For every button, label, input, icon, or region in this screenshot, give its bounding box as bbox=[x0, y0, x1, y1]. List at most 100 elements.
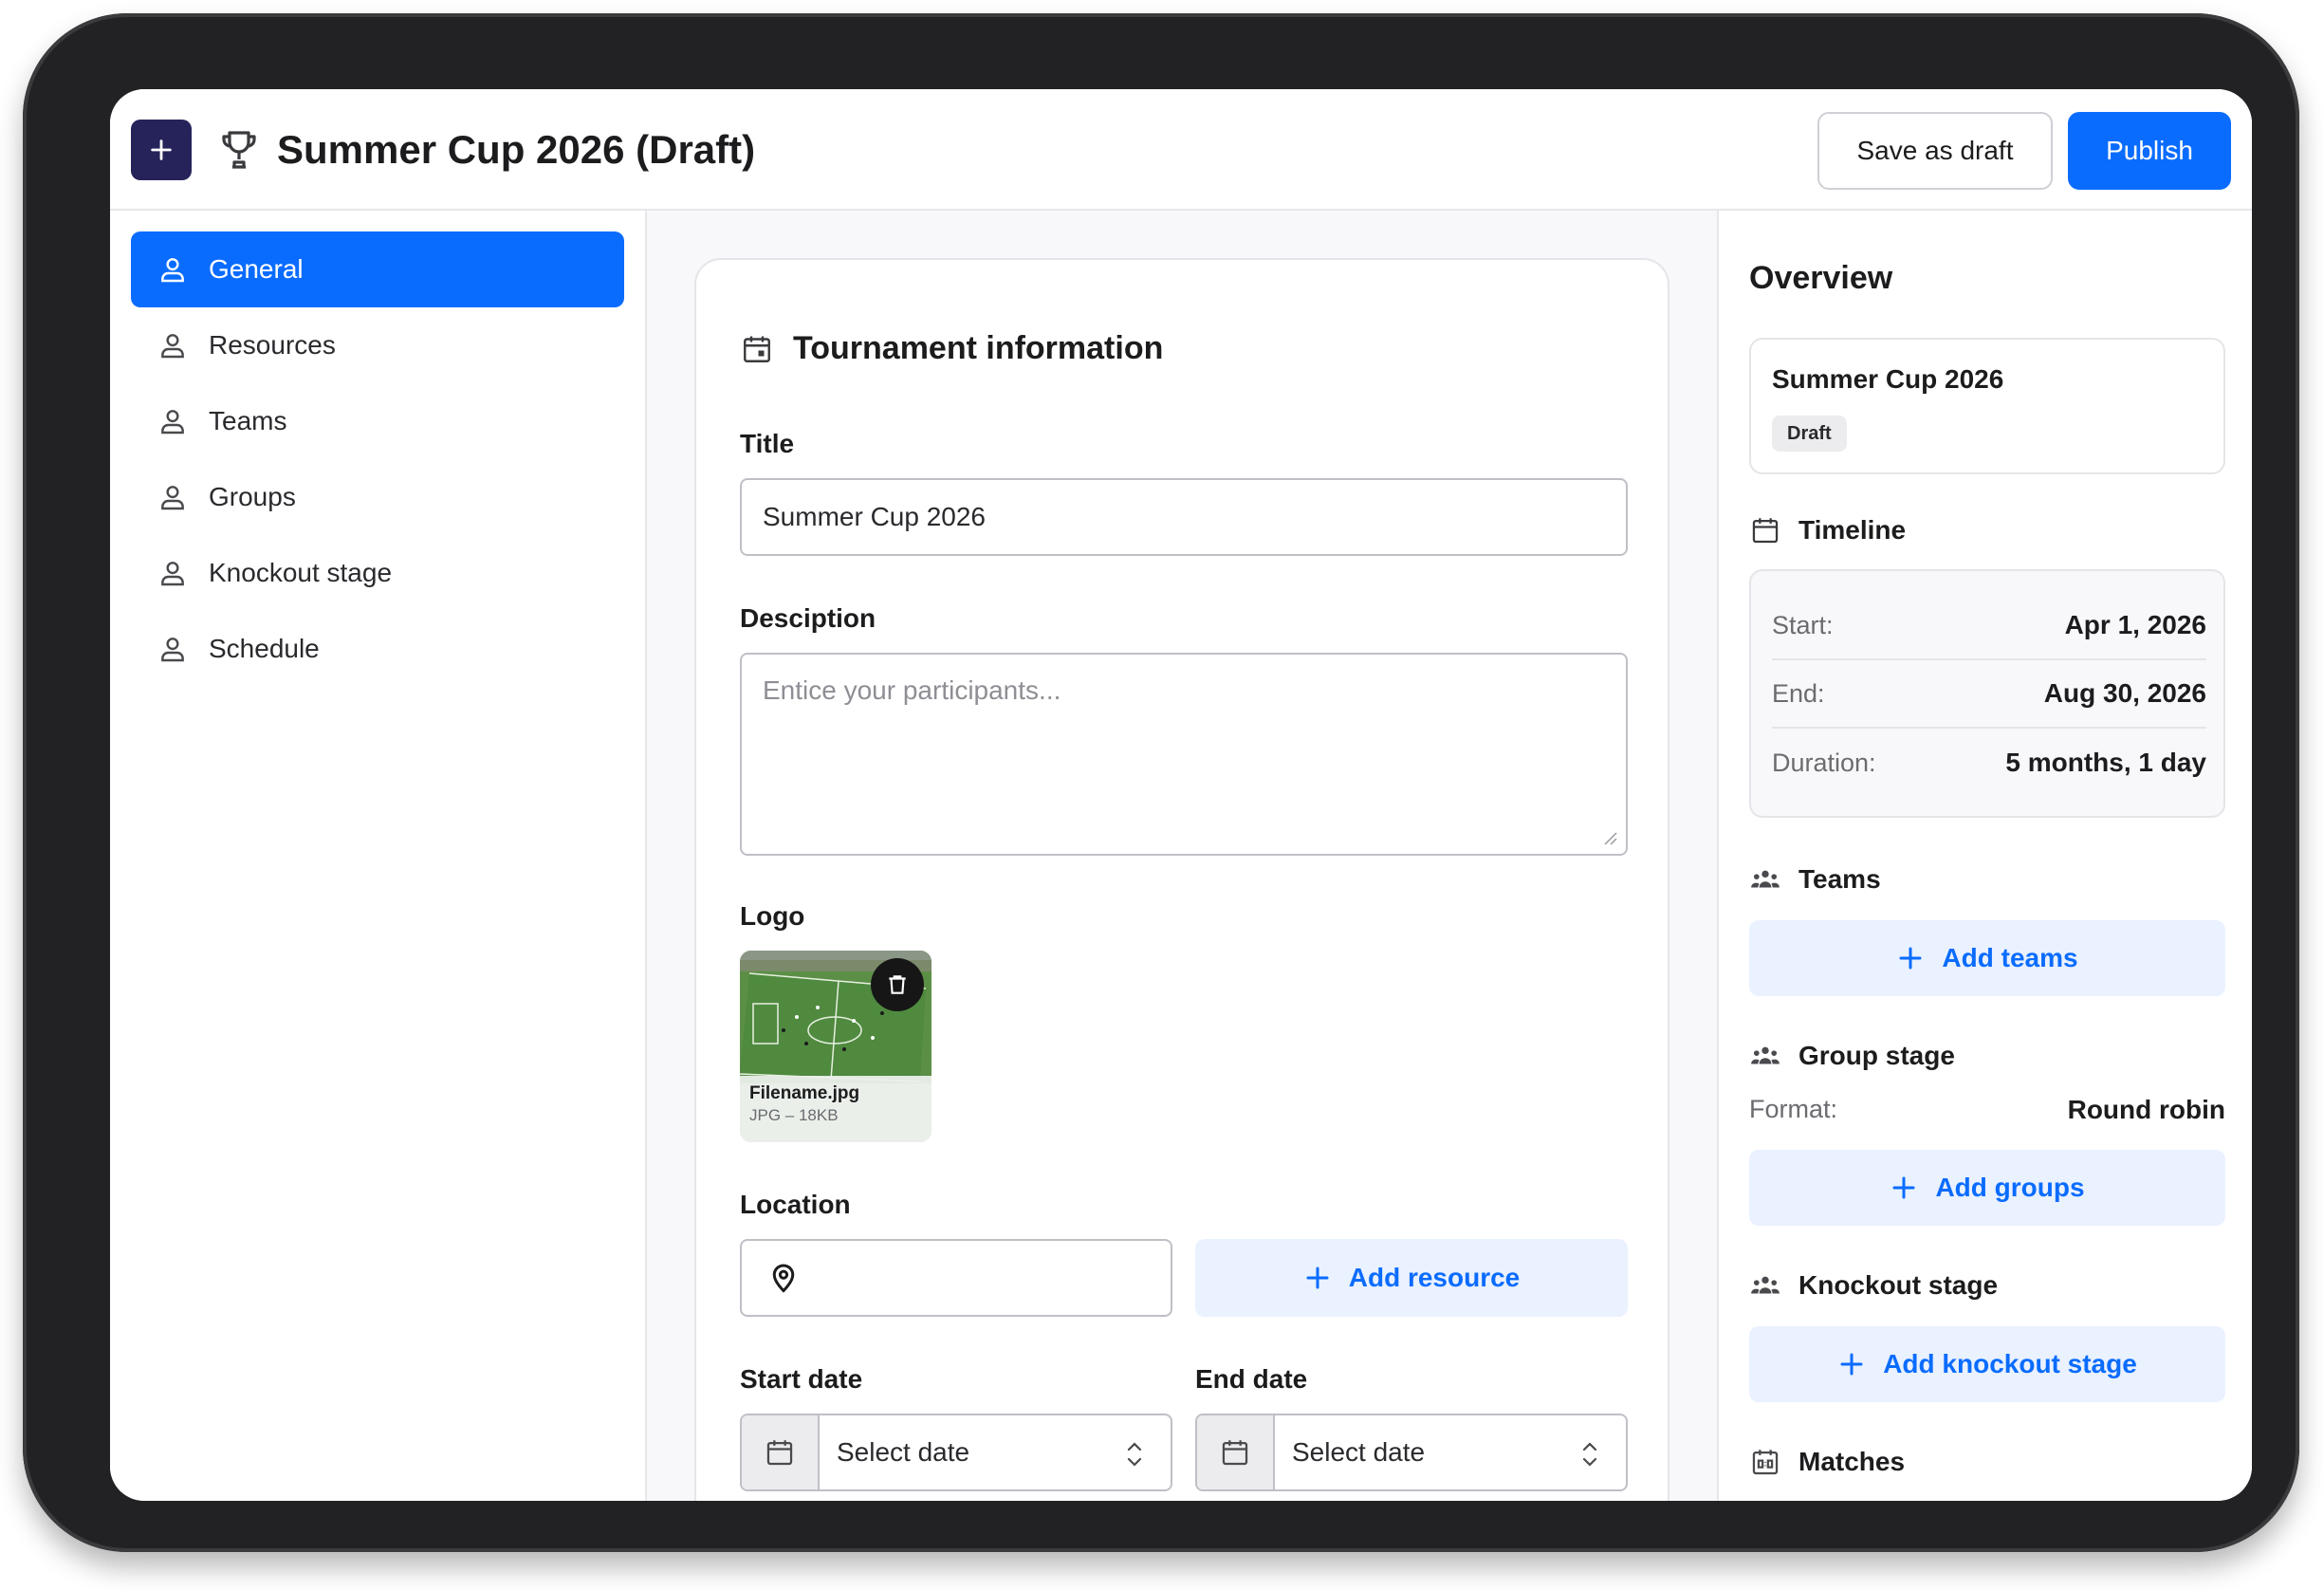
timeline-header: Timeline bbox=[1749, 514, 1906, 546]
start-date-value: Select date bbox=[837, 1437, 970, 1467]
location-label: Location bbox=[740, 1190, 851, 1219]
add-teams-label: Add teams bbox=[1942, 943, 2078, 972]
logo-filename: Filename.jpg bbox=[749, 1083, 860, 1103]
sidebar-item-label: Knockout stage bbox=[209, 558, 393, 587]
end-value: Aug 30, 2026 bbox=[2043, 678, 2206, 708]
start-label: Start: bbox=[1772, 610, 1834, 639]
add-groups-button[interactable]: Add groups bbox=[1749, 1150, 2225, 1226]
calendar-icon bbox=[1222, 1440, 1248, 1466]
users-icon bbox=[1751, 870, 1780, 888]
add-knockout-label: Add knockout stage bbox=[1883, 1349, 2137, 1378]
start-date-label: Start date bbox=[740, 1364, 863, 1394]
status-badge: Draft bbox=[1772, 416, 1847, 452]
knockout-header: Knockout stage bbox=[1749, 1269, 1998, 1302]
format-label: Format: bbox=[1749, 1095, 1838, 1123]
timeline-duration-row: Duration: 5 months, 1 day bbox=[1772, 729, 2206, 797]
description-label: Desciption bbox=[740, 603, 876, 633]
start-date-addon bbox=[742, 1415, 820, 1489]
users-icon bbox=[1751, 1276, 1780, 1294]
app-window: Summer Cup 2026 (Draft) Save as draft Pu… bbox=[110, 89, 2252, 1501]
location-input[interactable] bbox=[740, 1239, 1172, 1317]
start-value: Apr 1, 2026 bbox=[2064, 610, 2206, 639]
description-textarea[interactable]: Entice your participants... bbox=[740, 653, 1628, 856]
overview-summary-card: Summer Cup 2026 Draft bbox=[1749, 338, 2225, 474]
chevron-up-down-icon bbox=[1582, 1442, 1597, 1467]
users-icon bbox=[1751, 1046, 1780, 1064]
user-icon bbox=[161, 562, 184, 586]
plus-icon bbox=[1892, 1176, 1915, 1199]
summary-name: Summer Cup 2026 bbox=[1772, 364, 2004, 394]
remove-logo-button[interactable] bbox=[871, 958, 924, 1011]
add-resource-button[interactable]: Add resource bbox=[1195, 1239, 1628, 1317]
teams-heading: Teams bbox=[1798, 864, 1881, 894]
sidebar-item-label: Resources bbox=[209, 330, 336, 360]
plus-icon bbox=[151, 139, 172, 160]
logo-preview[interactable]: Filename.jpg JPG – 18KB bbox=[740, 951, 931, 1142]
create-button[interactable] bbox=[131, 120, 192, 180]
plus-icon bbox=[1306, 1266, 1329, 1289]
user-icon bbox=[161, 638, 184, 662]
add-resource-label: Add resource bbox=[1348, 1263, 1521, 1292]
description-placeholder: Entice your participants... bbox=[763, 675, 1061, 705]
resize-handle-icon[interactable] bbox=[1599, 827, 1618, 846]
group-stage-header: Group stage bbox=[1749, 1040, 1955, 1072]
timeline-heading: Timeline bbox=[1798, 515, 1907, 545]
map-pin-icon bbox=[772, 1264, 795, 1293]
end-date-picker[interactable]: Select date bbox=[1195, 1414, 1628, 1491]
timeline-end-row: End: Aug 30, 2026 bbox=[1772, 660, 2206, 729]
scoreboard-icon bbox=[1752, 1450, 1779, 1475]
calendar-icon bbox=[766, 1440, 793, 1466]
user-icon bbox=[161, 486, 184, 510]
user-icon bbox=[161, 410, 184, 434]
logo-caption: Filename.jpg JPG – 18KB bbox=[740, 1076, 931, 1142]
timeline-start-row: Start: Apr 1, 2026 bbox=[1772, 592, 2206, 660]
knockout-heading: Knockout stage bbox=[1798, 1270, 1999, 1300]
user-icon bbox=[161, 258, 184, 283]
section-title: Tournament information bbox=[793, 330, 1164, 366]
tablet-frame: Summer Cup 2026 (Draft) Save as draft Pu… bbox=[23, 13, 2299, 1552]
add-teams-button[interactable]: Add teams bbox=[1749, 920, 2225, 996]
sidebar-item-groups[interactable]: Groups bbox=[131, 459, 624, 535]
teams-header: Teams bbox=[1749, 863, 1881, 896]
title-input[interactable]: Summer Cup 2026 bbox=[740, 478, 1628, 556]
plus-icon bbox=[1840, 1353, 1863, 1376]
logo-label: Logo bbox=[740, 901, 805, 931]
end-date-label: End date bbox=[1195, 1364, 1308, 1394]
sidebar-item-general[interactable]: General bbox=[131, 231, 624, 307]
overview-panel: Overview Summer Cup 2026 Draft Timeline … bbox=[1717, 211, 2252, 1501]
format-value: Round robin bbox=[2067, 1095, 2225, 1124]
calendar-icon bbox=[744, 336, 770, 362]
trash-icon bbox=[889, 975, 906, 994]
save-draft-button[interactable]: Save as draft bbox=[1817, 112, 2053, 190]
overview-title: Overview bbox=[1749, 260, 1893, 296]
publish-button[interactable]: Publish bbox=[2068, 112, 2231, 190]
end-label: End: bbox=[1772, 678, 1825, 708]
top-bar: Summer Cup 2026 (Draft) Save as draft Pu… bbox=[110, 89, 2252, 211]
tournament-info-card: Tournament information Title Summer Cup … bbox=[694, 258, 1669, 1501]
sidebar-item-resources[interactable]: Resources bbox=[131, 307, 624, 383]
page-title: Summer Cup 2026 (Draft) bbox=[277, 127, 756, 172]
trophy-icon bbox=[222, 131, 256, 169]
matches-header: Matches bbox=[1749, 1446, 1905, 1478]
sidebar-item-label: Teams bbox=[209, 406, 287, 435]
main-content: Tournament information Title Summer Cup … bbox=[647, 211, 1717, 1501]
calendar-icon bbox=[1752, 518, 1779, 544]
duration-value: 5 months, 1 day bbox=[2005, 748, 2206, 777]
sidebar-item-label: General bbox=[209, 254, 304, 284]
matches-heading: Matches bbox=[1798, 1447, 1906, 1476]
add-knockout-stage-button[interactable]: Add knockout stage bbox=[1749, 1326, 2225, 1402]
sidebar-item-teams[interactable]: Teams bbox=[131, 383, 624, 459]
sidebar: General Resources Teams Groups Knockout … bbox=[110, 211, 647, 1501]
sidebar-item-label: Groups bbox=[209, 482, 296, 511]
end-date-addon bbox=[1197, 1415, 1275, 1489]
sidebar-item-knockout-stage[interactable]: Knockout stage bbox=[131, 535, 624, 611]
group-format-row: Format: Round robin bbox=[1749, 1095, 2225, 1125]
group-stage-heading: Group stage bbox=[1798, 1041, 1955, 1070]
plus-icon bbox=[1899, 947, 1922, 970]
add-groups-label: Add groups bbox=[1935, 1173, 2085, 1202]
end-date-value: Select date bbox=[1292, 1437, 1426, 1467]
logo-meta: JPG – 18KB bbox=[749, 1106, 839, 1124]
duration-label: Duration: bbox=[1772, 748, 1876, 777]
start-date-picker[interactable]: Select date bbox=[740, 1414, 1172, 1491]
sidebar-item-schedule[interactable]: Schedule bbox=[131, 611, 624, 687]
